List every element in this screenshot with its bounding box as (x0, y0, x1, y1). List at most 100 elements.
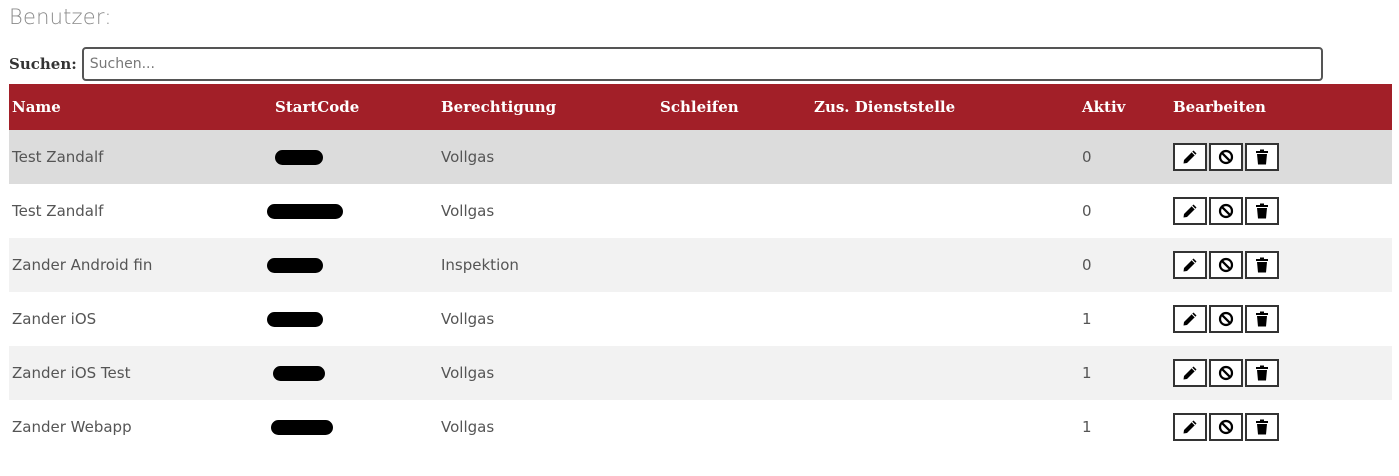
user-aktiv: 0 (1082, 202, 1092, 220)
cell-dienststelle (811, 400, 1079, 454)
search-row: Suchen: (9, 45, 1323, 83)
user-name: Test Zandalf (12, 202, 104, 220)
column-header-name[interactable]: Name (9, 84, 272, 130)
cell-aktiv: 0 (1079, 184, 1170, 238)
user-berechtigung: Inspektion (441, 256, 519, 274)
ban-icon (1218, 149, 1234, 165)
column-header-schleifen[interactable]: Schleifen (657, 84, 811, 130)
edit-button[interactable] (1173, 413, 1207, 441)
table-body: Test Zandalf Vollgas 0 Test Zandalf Voll… (9, 130, 1392, 454)
user-berechtigung: Vollgas (441, 364, 495, 382)
cell-berechtigung: Vollgas (438, 292, 657, 346)
cell-dienststelle (811, 184, 1079, 238)
cell-schleifen (657, 238, 811, 292)
trash-icon (1256, 203, 1268, 219)
row-actions (1173, 197, 1389, 225)
cell-berechtigung: Vollgas (438, 400, 657, 454)
trash-icon (1256, 365, 1268, 381)
table-row[interactable]: Zander Webapp Vollgas 1 (9, 400, 1392, 454)
edit-button[interactable] (1173, 143, 1207, 171)
redacted-startcode (267, 258, 323, 273)
cell-name: Zander iOS (9, 292, 272, 346)
search-label: Suchen: (9, 55, 77, 73)
deactivate-button[interactable] (1209, 359, 1243, 387)
cell-startcode (267, 238, 438, 292)
row-actions (1173, 251, 1389, 279)
pencil-icon (1183, 150, 1197, 164)
table-header-row: Name StartCode Berechtigung Schleifen Zu… (9, 84, 1392, 130)
user-berechtigung: Vollgas (441, 418, 495, 436)
row-actions (1173, 413, 1389, 441)
cell-actions (1170, 130, 1392, 184)
column-header-dienststelle[interactable]: Zus. Dienststelle (811, 84, 1079, 130)
user-name: Test Zandalf (12, 148, 104, 166)
column-header-berechtigung[interactable]: Berechtigung (438, 84, 657, 130)
table-row[interactable]: Zander iOS Vollgas 1 (9, 292, 1392, 346)
cell-dienststelle (811, 346, 1079, 400)
cell-aktiv: 0 (1079, 130, 1170, 184)
delete-button[interactable] (1245, 305, 1279, 333)
ban-icon (1218, 257, 1234, 273)
redacted-startcode (267, 204, 343, 219)
pencil-icon (1183, 204, 1197, 218)
deactivate-button[interactable] (1209, 197, 1243, 225)
user-name: Zander Webapp (12, 418, 132, 436)
delete-button[interactable] (1245, 359, 1279, 387)
cell-startcode (272, 130, 438, 184)
edit-button[interactable] (1173, 305, 1207, 333)
deactivate-button[interactable] (1209, 251, 1243, 279)
redacted-startcode (273, 366, 325, 381)
user-name: Zander iOS (12, 310, 97, 328)
deactivate-button[interactable] (1209, 413, 1243, 441)
trash-icon (1256, 257, 1268, 273)
delete-button[interactable] (1245, 251, 1279, 279)
edit-button[interactable] (1173, 251, 1207, 279)
cell-name: Zander Webapp (9, 400, 272, 454)
table-row[interactable]: Zander Android fin Inspektion 0 (9, 238, 1392, 292)
delete-button[interactable] (1245, 143, 1279, 171)
cell-schleifen (657, 346, 811, 400)
pencil-icon (1183, 420, 1197, 434)
table-row[interactable]: Test Zandalf Vollgas 0 (9, 130, 1392, 184)
cell-berechtigung: Vollgas (438, 346, 657, 400)
pencil-icon (1183, 366, 1197, 380)
user-berechtigung: Vollgas (441, 310, 495, 328)
deactivate-button[interactable] (1209, 305, 1243, 333)
edit-button[interactable] (1173, 197, 1207, 225)
cell-berechtigung: Inspektion (438, 238, 657, 292)
delete-button[interactable] (1245, 197, 1279, 225)
user-aktiv: 0 (1082, 256, 1092, 274)
user-name: Zander Android fin (12, 256, 153, 274)
user-name: Zander iOS Test (12, 364, 131, 382)
cell-dienststelle (811, 238, 1079, 292)
cell-name: Test Zandalf (9, 184, 272, 238)
column-header-bearbeiten: Bearbeiten (1170, 84, 1392, 130)
cell-name: Zander Android fin (9, 238, 272, 292)
pencil-icon (1183, 312, 1197, 326)
cell-schleifen (657, 400, 811, 454)
cell-startcode (272, 346, 438, 400)
trash-icon (1256, 419, 1268, 435)
cell-aktiv: 1 (1079, 400, 1170, 454)
row-actions (1173, 143, 1389, 171)
search-input[interactable] (81, 47, 1323, 81)
deactivate-button[interactable] (1209, 143, 1243, 171)
table-row[interactable]: Zander iOS Test Vollgas 1 (9, 346, 1392, 400)
user-admin-page: Benutzer: Suchen: Name StartCode Berecht… (0, 0, 1399, 476)
column-header-aktiv[interactable]: Aktiv (1079, 84, 1170, 130)
cell-name: Test Zandalf (9, 130, 272, 184)
cell-actions (1170, 292, 1392, 346)
user-aktiv: 1 (1082, 364, 1092, 382)
cell-dienststelle (811, 130, 1079, 184)
cell-dienststelle (811, 292, 1079, 346)
edit-button[interactable] (1173, 359, 1207, 387)
user-berechtigung: Vollgas (441, 148, 495, 166)
cell-name: Zander iOS Test (9, 346, 272, 400)
cell-startcode (267, 292, 438, 346)
cell-schleifen (657, 292, 811, 346)
column-header-startcode[interactable]: StartCode (272, 84, 438, 130)
table-row[interactable]: Test Zandalf Vollgas 0 (9, 184, 1392, 238)
cell-actions (1170, 184, 1392, 238)
delete-button[interactable] (1245, 413, 1279, 441)
redacted-startcode (271, 420, 333, 435)
